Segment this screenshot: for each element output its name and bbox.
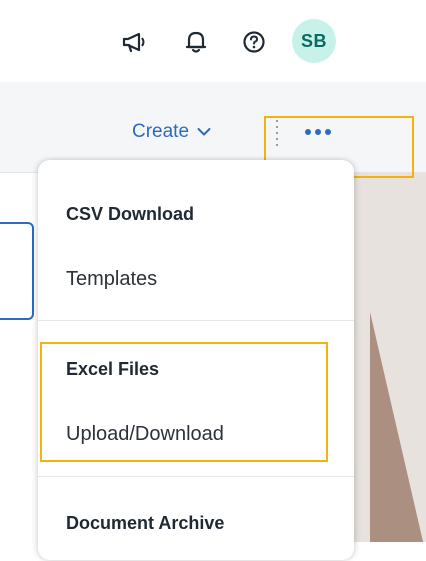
chevron-down-icon xyxy=(197,125,211,139)
toolbar-separator xyxy=(276,118,278,148)
overflow-menu: CSV Download Templates Excel Files Uploa… xyxy=(38,160,354,560)
background-image xyxy=(352,172,426,542)
menu-group-excel: Excel Files Upload/Download xyxy=(38,320,354,477)
partial-input-field[interactable] xyxy=(0,222,34,320)
menu-item-templates[interactable]: Templates xyxy=(66,268,157,291)
create-button[interactable]: Create xyxy=(132,118,211,146)
menu-heading-csv-download: CSV Download xyxy=(66,204,195,224)
avatar[interactable]: SB xyxy=(292,19,336,63)
menu-heading-document-archive: Document Archive xyxy=(66,513,225,533)
menu-group-archive: Document Archive xyxy=(38,476,354,561)
menu-item-upload-download[interactable]: Upload/Download xyxy=(66,423,224,446)
megaphone-icon[interactable] xyxy=(118,26,150,58)
shell-bar: SB xyxy=(0,0,426,82)
menu-heading-excel-files: Excel Files xyxy=(66,359,160,379)
create-button-label: Create xyxy=(132,121,190,142)
help-icon[interactable] xyxy=(238,26,270,58)
more-horizontal-icon[interactable] xyxy=(298,122,338,142)
bell-icon[interactable] xyxy=(180,26,212,58)
menu-group-csv: CSV Download Templates xyxy=(38,160,354,320)
